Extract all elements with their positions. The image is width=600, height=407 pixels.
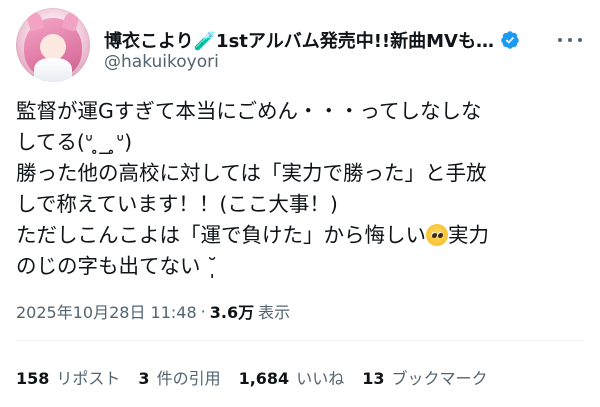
views-count: 3.6万 bbox=[209, 303, 255, 322]
more-options-icon[interactable] bbox=[558, 30, 582, 50]
views-label: 表示 bbox=[258, 303, 291, 322]
quotes-count: 3 bbox=[138, 369, 150, 388]
likes-stat[interactable]: 1,684 いいね bbox=[239, 365, 345, 389]
verified-badge-icon bbox=[501, 31, 519, 49]
author-name-row[interactable]: 博衣こより🧪1stアルバム発売中!!新曲MVも… bbox=[104, 27, 544, 53]
more-dot bbox=[558, 38, 562, 42]
reposts-count: 158 bbox=[16, 369, 50, 388]
user-handle[interactable]: @hakuikoyori bbox=[104, 52, 219, 72]
tweet-line: しで称えています！！(ここ大事！) bbox=[16, 192, 338, 216]
meta-separator: · bbox=[200, 301, 206, 321]
tweet-line: 実力 bbox=[448, 223, 489, 247]
quotes-stat[interactable]: 3 件の引用 bbox=[138, 365, 220, 389]
timestamp[interactable]: 2025年10月28日 11:48 bbox=[16, 299, 197, 323]
display-name[interactable]: 博衣こより🧪1stアルバム発売中!!新曲MVも… bbox=[104, 27, 494, 53]
tweet-line: ただしこんこよは「運で負けた」から悔しい bbox=[16, 223, 426, 247]
avatar-body bbox=[34, 58, 72, 82]
bookmarks-label: ブックマーク bbox=[391, 369, 488, 388]
bookmarks-stat[interactable]: 13 ブックマーク bbox=[362, 365, 487, 389]
avatar[interactable] bbox=[16, 8, 90, 82]
likes-label: いいね bbox=[296, 369, 345, 388]
tweet-card: 博衣こより🧪1stアルバム発売中!!新曲MVも… @hakuikoyori 監督… bbox=[0, 0, 600, 407]
tweet-line: のじの字も出てない ˘̩̩̩ bbox=[16, 254, 224, 278]
engagement-stats: 158 リポスト 3 件の引用 1,684 いいね 13 ブックマーク bbox=[16, 365, 487, 389]
bookmarks-count: 13 bbox=[362, 369, 385, 388]
tweet-text: 監督が運Gすぎて本当にごめん・・・ってしなしな してる(ᐡ ̥_ ̥ᐡ) 勝った… bbox=[16, 96, 588, 282]
tweet-line: してる(ᐡ ̥_ ̥ᐡ) bbox=[16, 130, 133, 154]
reposts-stat[interactable]: 158 リポスト bbox=[16, 365, 120, 389]
more-dot bbox=[578, 38, 582, 42]
pleading-face-icon bbox=[426, 224, 448, 246]
avatar-ear-right bbox=[61, 10, 81, 32]
divider bbox=[16, 340, 584, 341]
avatar-face bbox=[40, 34, 66, 60]
likes-count: 1,684 bbox=[238, 369, 290, 388]
tweet-meta: 2025年10月28日 11:48 · 3.6万 表示 bbox=[16, 299, 290, 323]
reposts-label: リポスト bbox=[56, 369, 121, 388]
tweet-line: 監督が運Gすぎて本当にごめん・・・ってしなしな bbox=[16, 99, 482, 123]
quotes-label: 件の引用 bbox=[156, 369, 221, 388]
more-dot bbox=[568, 38, 572, 42]
tweet-line: 勝った他の高校に対しては「実力で勝った」と手放 bbox=[16, 161, 487, 185]
